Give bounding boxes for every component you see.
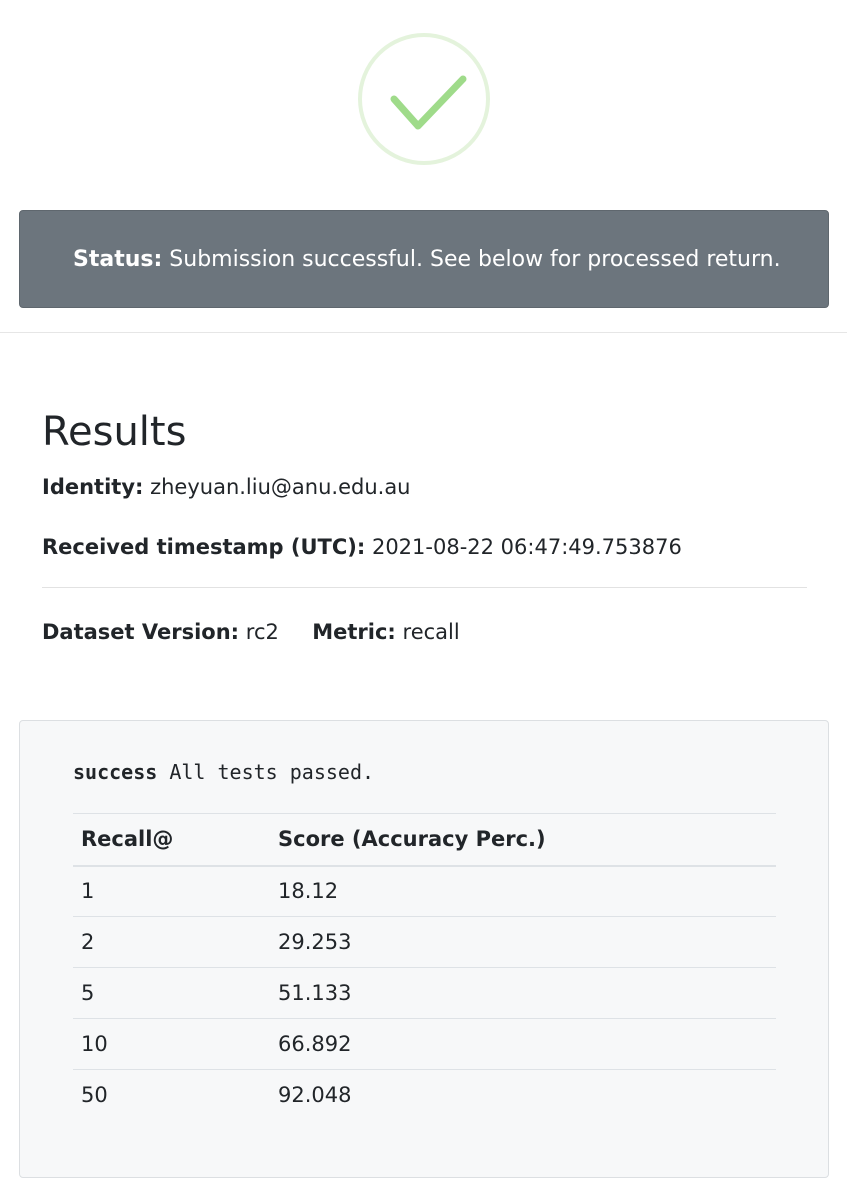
output-text: All tests passed. [169,760,375,784]
section-divider [0,332,847,333]
dataset-metric-line: Dataset Version: rc2 Metric: recall [42,618,460,646]
dataset-value: rc2 [245,620,279,644]
table-row: 2 29.253 [73,916,776,968]
metric-value: recall [402,620,460,644]
recall-k-cell: 5 [73,967,270,1019]
header-recall-at: Recall@ [73,813,270,867]
status-message: Submission successful. See below for pro… [169,247,781,272]
timestamp-value: 2021-08-22 06:47:49.753876 [371,535,682,559]
score-cell: 18.12 [270,865,776,917]
recall-k-cell: 50 [73,1069,270,1121]
identity-value: zheyuan.liu@anu.edu.au [150,475,411,499]
header-score: Score (Accuracy Perc.) [270,813,776,867]
recall-results-table: Recall@ Score (Accuracy Perc.) 1 18.12 2… [73,813,776,1121]
output-panel: success All tests passed. Recall@ Score … [19,720,829,1178]
check-circle-icon [358,33,490,165]
score-cell: 51.133 [270,967,776,1019]
timestamp-label: Received timestamp (UTC): [42,535,366,559]
recall-k-cell: 10 [73,1018,270,1070]
output-keyword: success [73,760,158,784]
status-alert: Status: Submission successful. See below… [19,210,829,308]
checkmark-icon [390,75,467,130]
table-row: 1 18.12 [73,865,776,917]
timestamp-line: Received timestamp (UTC): 2021-08-22 06:… [42,533,682,561]
results-divider [42,587,807,588]
identity-label: Identity: [42,475,144,499]
recall-k-cell: 2 [73,916,270,968]
table-row: 50 92.048 [73,1069,776,1121]
output-message: success All tests passed. [73,759,374,785]
score-cell: 92.048 [270,1069,776,1121]
status-label: Status: [73,247,163,272]
results-title: Results [42,409,187,455]
submission-result-page: Status: Submission successful. See below… [0,0,847,1194]
score-cell: 66.892 [270,1018,776,1070]
score-cell: 29.253 [270,916,776,968]
dataset-label: Dataset Version: [42,620,240,644]
identity-line: Identity: zheyuan.liu@anu.edu.au [42,473,411,501]
metric-label: Metric: [312,620,396,644]
recall-k-cell: 1 [73,865,270,917]
table-header-row: Recall@ Score (Accuracy Perc.) [73,813,776,867]
table-row: 5 51.133 [73,967,776,1019]
table-row: 10 66.892 [73,1018,776,1070]
